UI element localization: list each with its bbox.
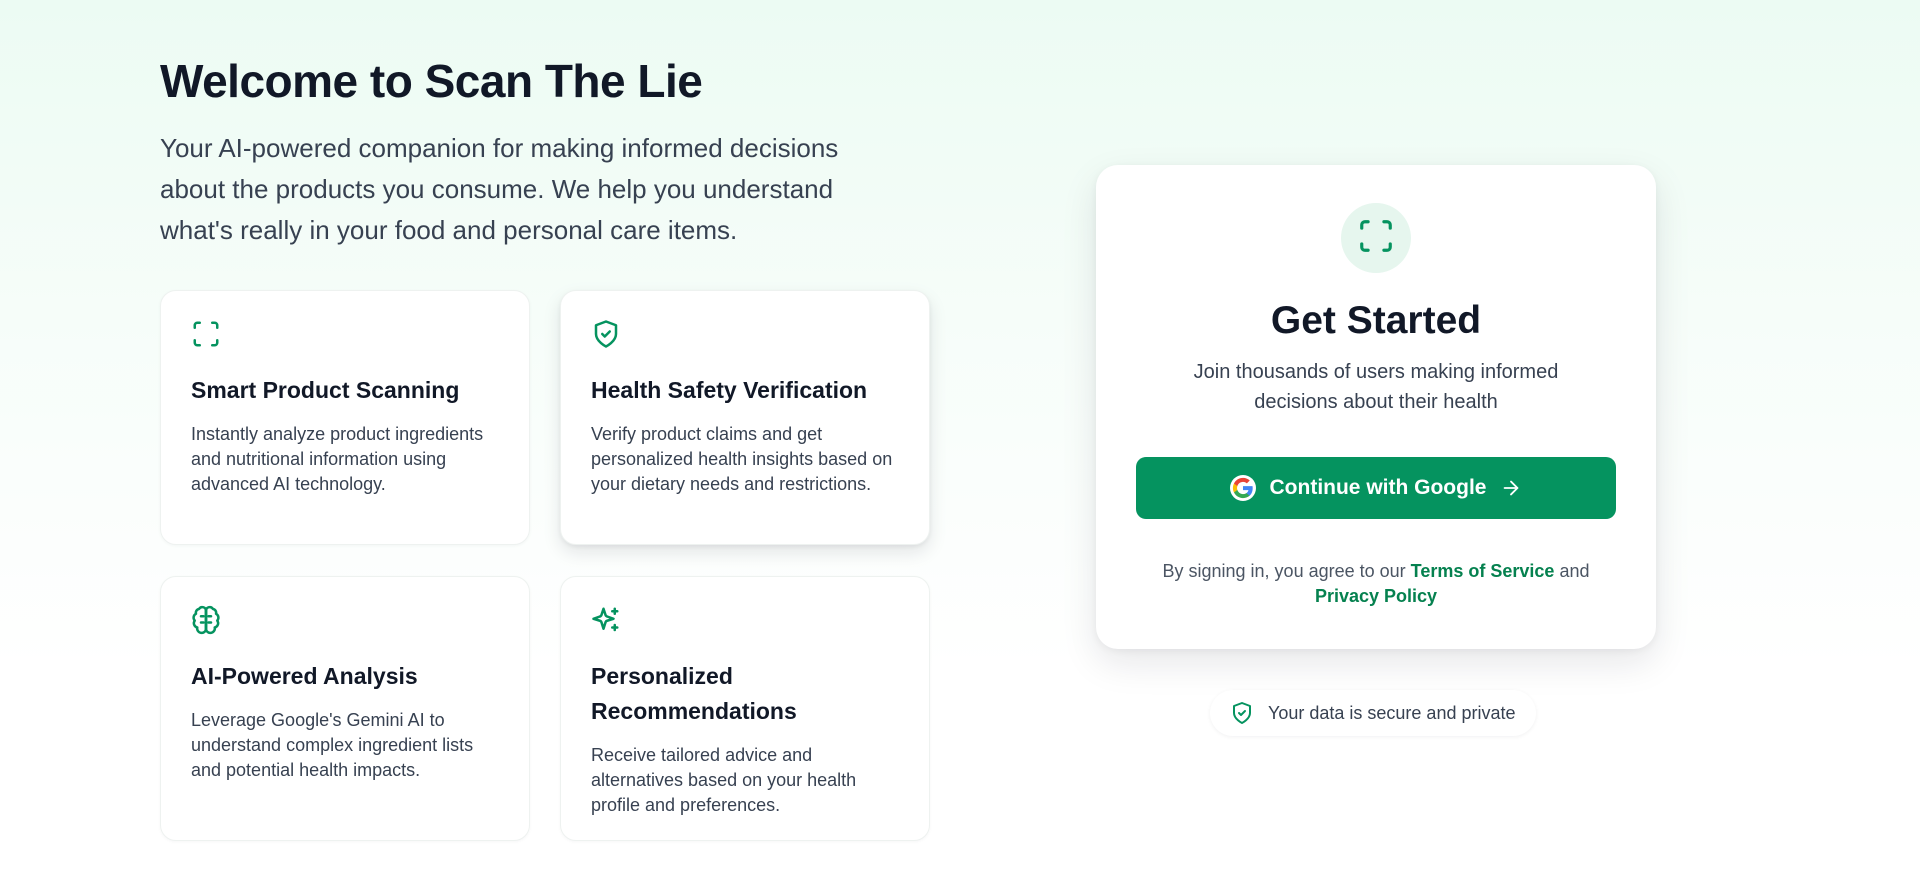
- feature-title: Smart Product Scanning: [191, 377, 460, 403]
- shield-check-icon: [1230, 701, 1254, 725]
- terms-notice: By signing in, you agree to our Terms of…: [1136, 559, 1616, 609]
- feature-description: Instantly analyze product ingredients an…: [191, 424, 484, 494]
- terms-of-service-link[interactable]: Terms of Service: [1411, 561, 1555, 581]
- feature-title: Personalized Recommendations: [591, 663, 797, 724]
- feature-card-health-safety: Health Safety Verification Verify produc…: [560, 290, 930, 545]
- scan-icon: [1357, 217, 1395, 260]
- signin-panel: Get Started Join thousands of users maki…: [1096, 165, 1656, 649]
- privacy-policy-link[interactable]: Privacy Policy: [1315, 586, 1437, 606]
- feature-card-recommendations: Personalized Recommendations Receive tai…: [560, 576, 930, 841]
- google-logo-icon: [1229, 475, 1256, 501]
- feature-card-smart-scanning: Smart Product Scanning Instantly analyze…: [160, 290, 530, 545]
- secure-note-text: Your data is secure and private: [1268, 702, 1516, 723]
- scan-icon: [191, 319, 221, 349]
- terms-prefix: By signing in, you agree to our: [1162, 561, 1406, 581]
- feature-description: Verify product claims and get personaliz…: [591, 424, 893, 494]
- terms-and: and: [1559, 561, 1590, 581]
- arrow-right-icon: [1500, 477, 1522, 499]
- page-subtitle: Your AI-powered companion for making inf…: [160, 133, 839, 245]
- feature-description: Leverage Google's Gemini AI to understan…: [191, 710, 474, 780]
- signin-description: Join thousands of users making informed …: [1193, 361, 1559, 413]
- feature-description: Receive tailored advice and alternatives…: [591, 745, 857, 815]
- secure-data-note: Your data is secure and private: [1210, 690, 1536, 736]
- feature-card-ai-analysis: AI-Powered Analysis Leverage Google's Ge…: [160, 576, 530, 841]
- brain-icon: [191, 605, 221, 635]
- shield-check-icon: [591, 319, 621, 349]
- feature-title: AI-Powered Analysis: [191, 663, 418, 689]
- scan-badge: [1341, 203, 1411, 273]
- continue-with-google-button[interactable]: Continue with Google: [1136, 457, 1616, 519]
- sparkles-icon: [591, 605, 621, 635]
- feature-title: Health Safety Verification: [591, 377, 868, 403]
- signin-title: Get Started: [1270, 299, 1482, 342]
- google-button-label: Continue with Google: [1269, 476, 1487, 499]
- page-title: Welcome to Scan The Lie: [160, 55, 703, 107]
